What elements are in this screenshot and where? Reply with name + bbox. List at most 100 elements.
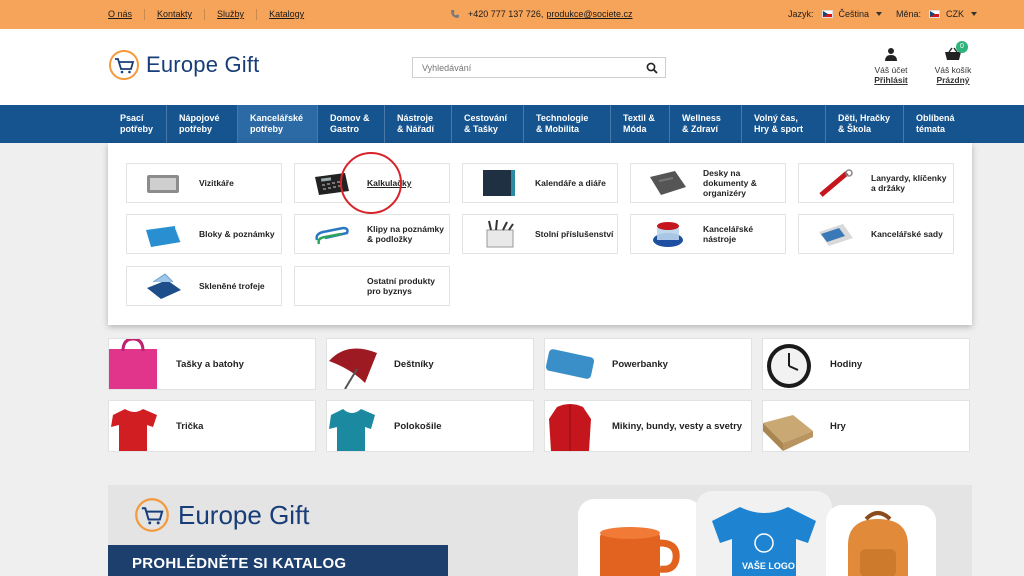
subcategory-card-holders[interactable]: Vizitkáře: [126, 163, 282, 203]
search-input[interactable]: [413, 58, 633, 77]
nav-item-travel[interactable]: Cestování & Tašky: [452, 105, 524, 143]
umbrella-icon: [329, 348, 377, 389]
search-icon[interactable]: [646, 62, 658, 74]
subcategory-label: Desky na dokumenty & organizéry: [703, 168, 757, 198]
nav-item-leisure[interactable]: Volný čas, Hry & sport: [742, 105, 826, 143]
currency-selector[interactable]: Měna: CZK: [896, 9, 978, 19]
empty-thumbnail: [313, 272, 351, 300]
cart-button[interactable]: 0 Váš košík Prázdný: [930, 41, 976, 85]
category-card-polos[interactable]: Polokošile: [326, 400, 534, 452]
subcategory-office-tools[interactable]: Kancelářské nástroje: [630, 214, 786, 254]
link-contacts[interactable]: Kontakty: [144, 9, 204, 20]
nav-label: Gastro: [330, 124, 360, 134]
office-supplies-dropdown: Vizitkáře Kalkulačky Kalendáře a diáře D…: [108, 143, 972, 325]
nav-item-textile[interactable]: Textil & Móda: [611, 105, 670, 143]
organizer-icon: [650, 171, 686, 195]
nav-label: Děti, Hračky: [838, 113, 891, 123]
subcategory-label: Vizitkáře: [199, 178, 234, 188]
nav-item-office[interactable]: Kancelářské potřeby: [238, 105, 318, 143]
nav-label: potřeby: [179, 124, 213, 134]
diary-icon: [483, 170, 515, 196]
mug-product: [578, 499, 702, 576]
category-label: Tašky a batohy: [176, 358, 244, 370]
email-link[interactable]: produkce@societe.cz: [546, 9, 632, 19]
top-bar: O nás Kontakty Služby Katalogy +420 777 …: [0, 0, 1024, 29]
account-button[interactable]: Váš účet Přihlásit: [868, 47, 914, 85]
category-card-powerbanks[interactable]: Powerbanky: [544, 338, 752, 390]
nav-label: Cestování: [464, 113, 508, 123]
category-card-games[interactable]: Hry: [762, 400, 970, 452]
subcategory-calendars[interactable]: Kalendáře a diáře: [462, 163, 618, 203]
subcategory-label: Ostatní produkty pro byznys: [367, 276, 436, 296]
nav-item-kids[interactable]: Děti, Hračky & Škola: [826, 105, 904, 143]
nav-item-wellness[interactable]: Wellness & Zdraví: [670, 105, 742, 143]
subcategory-label: Kalkulačky: [367, 178, 412, 188]
cart-status[interactable]: Prázdný: [930, 75, 976, 85]
logo-text: Europe Gift: [146, 52, 260, 77]
nav-item-technology[interactable]: Technologie & Mobilita: [524, 105, 611, 143]
backpack-product: [826, 505, 936, 576]
subcategory-label: Bloky & poznámky: [199, 229, 275, 239]
link-about[interactable]: O nás: [108, 9, 144, 20]
account-label: Váš účet: [874, 65, 908, 75]
subcategory-label: Kancelářské sady: [871, 229, 943, 239]
nav-item-favorites[interactable]: Oblíbená témata: [904, 105, 972, 143]
tshirt-icon: [111, 409, 157, 451]
board-game-icon: [763, 415, 813, 451]
cart-count-badge: 0: [956, 41, 968, 53]
phone-number: +420 777 137 726,: [468, 9, 544, 19]
subcategory-notepads[interactable]: Bloky & poznámky: [126, 214, 282, 254]
calculator-icon: [315, 173, 349, 195]
link-catalogs[interactable]: Katalogy: [256, 9, 316, 20]
jacket-icon: [549, 404, 591, 451]
powerbank-icon: [545, 349, 595, 379]
dispenser-icon: [653, 222, 683, 247]
subcategory-lanyards[interactable]: Lanyardy, klíčenky a držáky: [798, 163, 954, 203]
subcategory-other-business[interactable]: Ostatní produkty pro byznys: [294, 266, 450, 306]
polo-icon: [329, 409, 375, 451]
nav-item-writing[interactable]: Psací potřeby: [108, 105, 167, 143]
category-label: Polokošile: [394, 420, 442, 432]
subcategory-office-sets[interactable]: Kancelářské sady: [798, 214, 954, 254]
nav-label: Móda: [623, 124, 647, 134]
paper-clip-icon: [315, 226, 349, 245]
currency-label: Měna:: [896, 9, 922, 19]
subcategory-label: Kancelářské nástroje: [703, 224, 754, 244]
nav-label: & Mobilita: [536, 124, 579, 134]
nav-label: potřeby: [120, 124, 154, 134]
nav-label: Wellness: [682, 113, 721, 123]
nav-item-home[interactable]: Domov & Gastro: [318, 105, 385, 143]
clock-icon: [767, 344, 811, 388]
category-card-clocks[interactable]: Hodiny: [762, 338, 970, 390]
nav-label: Kancelářské: [250, 113, 304, 123]
category-card-jackets[interactable]: Mikiny, bundy, vesty a svetry: [544, 400, 752, 452]
subcategory-clipboards[interactable]: Klipy na poznámky & podložky: [294, 214, 450, 254]
subcategory-desk-accessories[interactable]: Stolní příslušenství: [462, 214, 618, 254]
nav-item-tools[interactable]: Nástroje & Nářadí: [385, 105, 452, 143]
login-link[interactable]: Přihlásit: [868, 75, 914, 85]
subcategory-glass-trophies[interactable]: Skleněné trofeje: [126, 266, 282, 306]
language-selector[interactable]: Jazyk: Čeština: [788, 9, 883, 19]
site-logo[interactable]: Europe Gift: [108, 49, 259, 81]
nav-label: Textil &: [623, 113, 655, 123]
subcategory-label: Klipy na poznámky & podložky: [367, 224, 444, 244]
catalog-banner[interactable]: Europe Gift PROHLÉDNĚTE SI KATALOG VAŠE …: [108, 485, 972, 576]
subcategory-calculators[interactable]: Kalkulačky: [294, 163, 450, 203]
desk-organizer-icon: [486, 220, 514, 248]
category-card-umbrellas[interactable]: Deštníky: [326, 338, 534, 390]
nav-label: & Zdraví: [682, 124, 719, 134]
subcategory-document-folders[interactable]: Desky na dokumenty & organizéry: [630, 163, 786, 203]
czech-flag-icon: [929, 10, 941, 18]
nav-item-drinkware[interactable]: Nápojové potřeby: [167, 105, 238, 143]
banner-logo-text: Europe Gift: [178, 499, 310, 530]
main-nav: Psací potřeby Nápojové potřeby Kancelářské…: [0, 105, 1024, 143]
mug-icon: [600, 527, 680, 576]
czech-flag-icon: [821, 10, 833, 18]
subcategory-label: Skleněné trofeje: [199, 281, 265, 291]
category-card-bags[interactable]: Tašky a batohy: [108, 338, 316, 390]
user-icon: [885, 48, 897, 61]
tshirt-product: VAŠE LOGO: [696, 491, 832, 576]
catalog-cta[interactable]: PROHLÉDNĚTE SI KATALOG: [108, 545, 448, 576]
category-card-tshirts[interactable]: Trička: [108, 400, 316, 452]
link-services[interactable]: Služby: [204, 9, 256, 20]
